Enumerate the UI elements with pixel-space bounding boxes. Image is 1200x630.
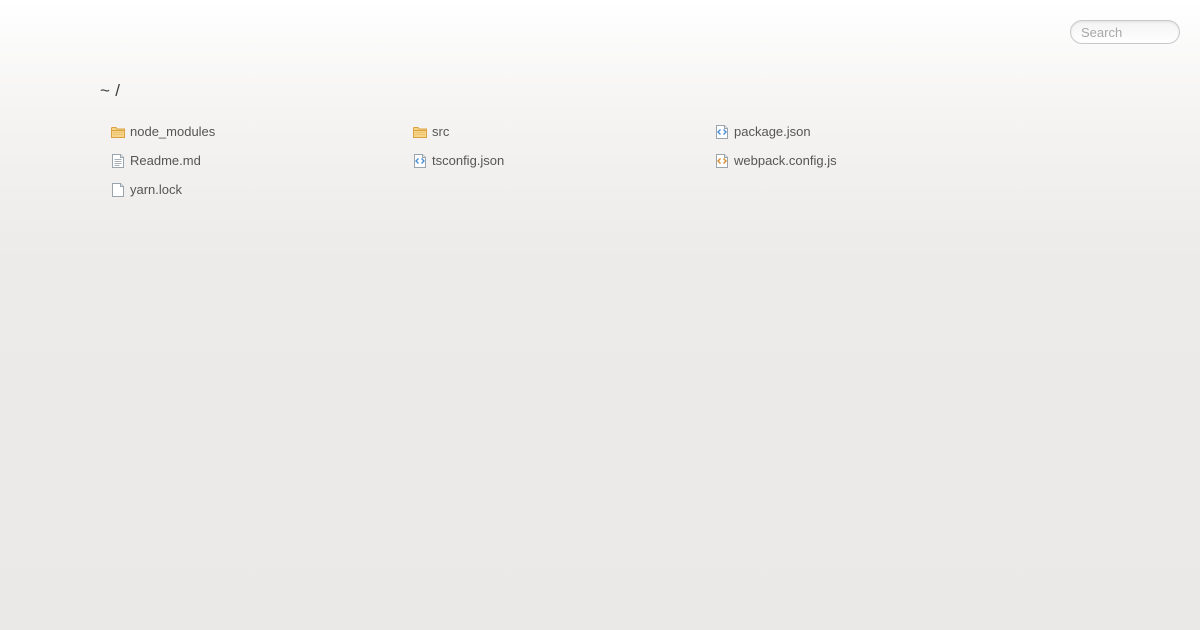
breadcrumb[interactable]: ~ / [100,81,120,101]
file-name: src [432,124,450,139]
file-name: yarn.lock [130,182,183,197]
code-file-blue-icon [412,153,428,169]
file-item-tsconfig-json[interactable]: tsconfig.json [412,150,714,171]
search-input[interactable] [1070,20,1180,44]
file-item-webpack-config-js[interactable]: webpack.config.js [714,150,1016,171]
file-list: node_modules src package.json Readme.md … [110,121,1016,208]
code-file-orange-icon [714,153,730,169]
file-item-src[interactable]: src [412,121,714,142]
folder-icon [412,124,428,140]
file-name: node_modules [130,124,216,139]
code-file-blue-icon [714,124,730,140]
file-item-readme-md[interactable]: Readme.md [110,150,412,171]
file-name: Readme.md [130,153,201,168]
file-item-node-modules[interactable]: node_modules [110,121,412,142]
file-item-yarn-lock[interactable]: yarn.lock [110,179,412,200]
file-item-package-json[interactable]: package.json [714,121,1016,142]
file-name: tsconfig.json [432,153,505,168]
file-name: webpack.config.js [734,153,837,168]
text-file-icon [110,153,126,169]
folder-icon [110,124,126,140]
search-box [1070,20,1180,44]
file-name: package.json [734,124,811,139]
blank-file-icon [110,182,126,198]
